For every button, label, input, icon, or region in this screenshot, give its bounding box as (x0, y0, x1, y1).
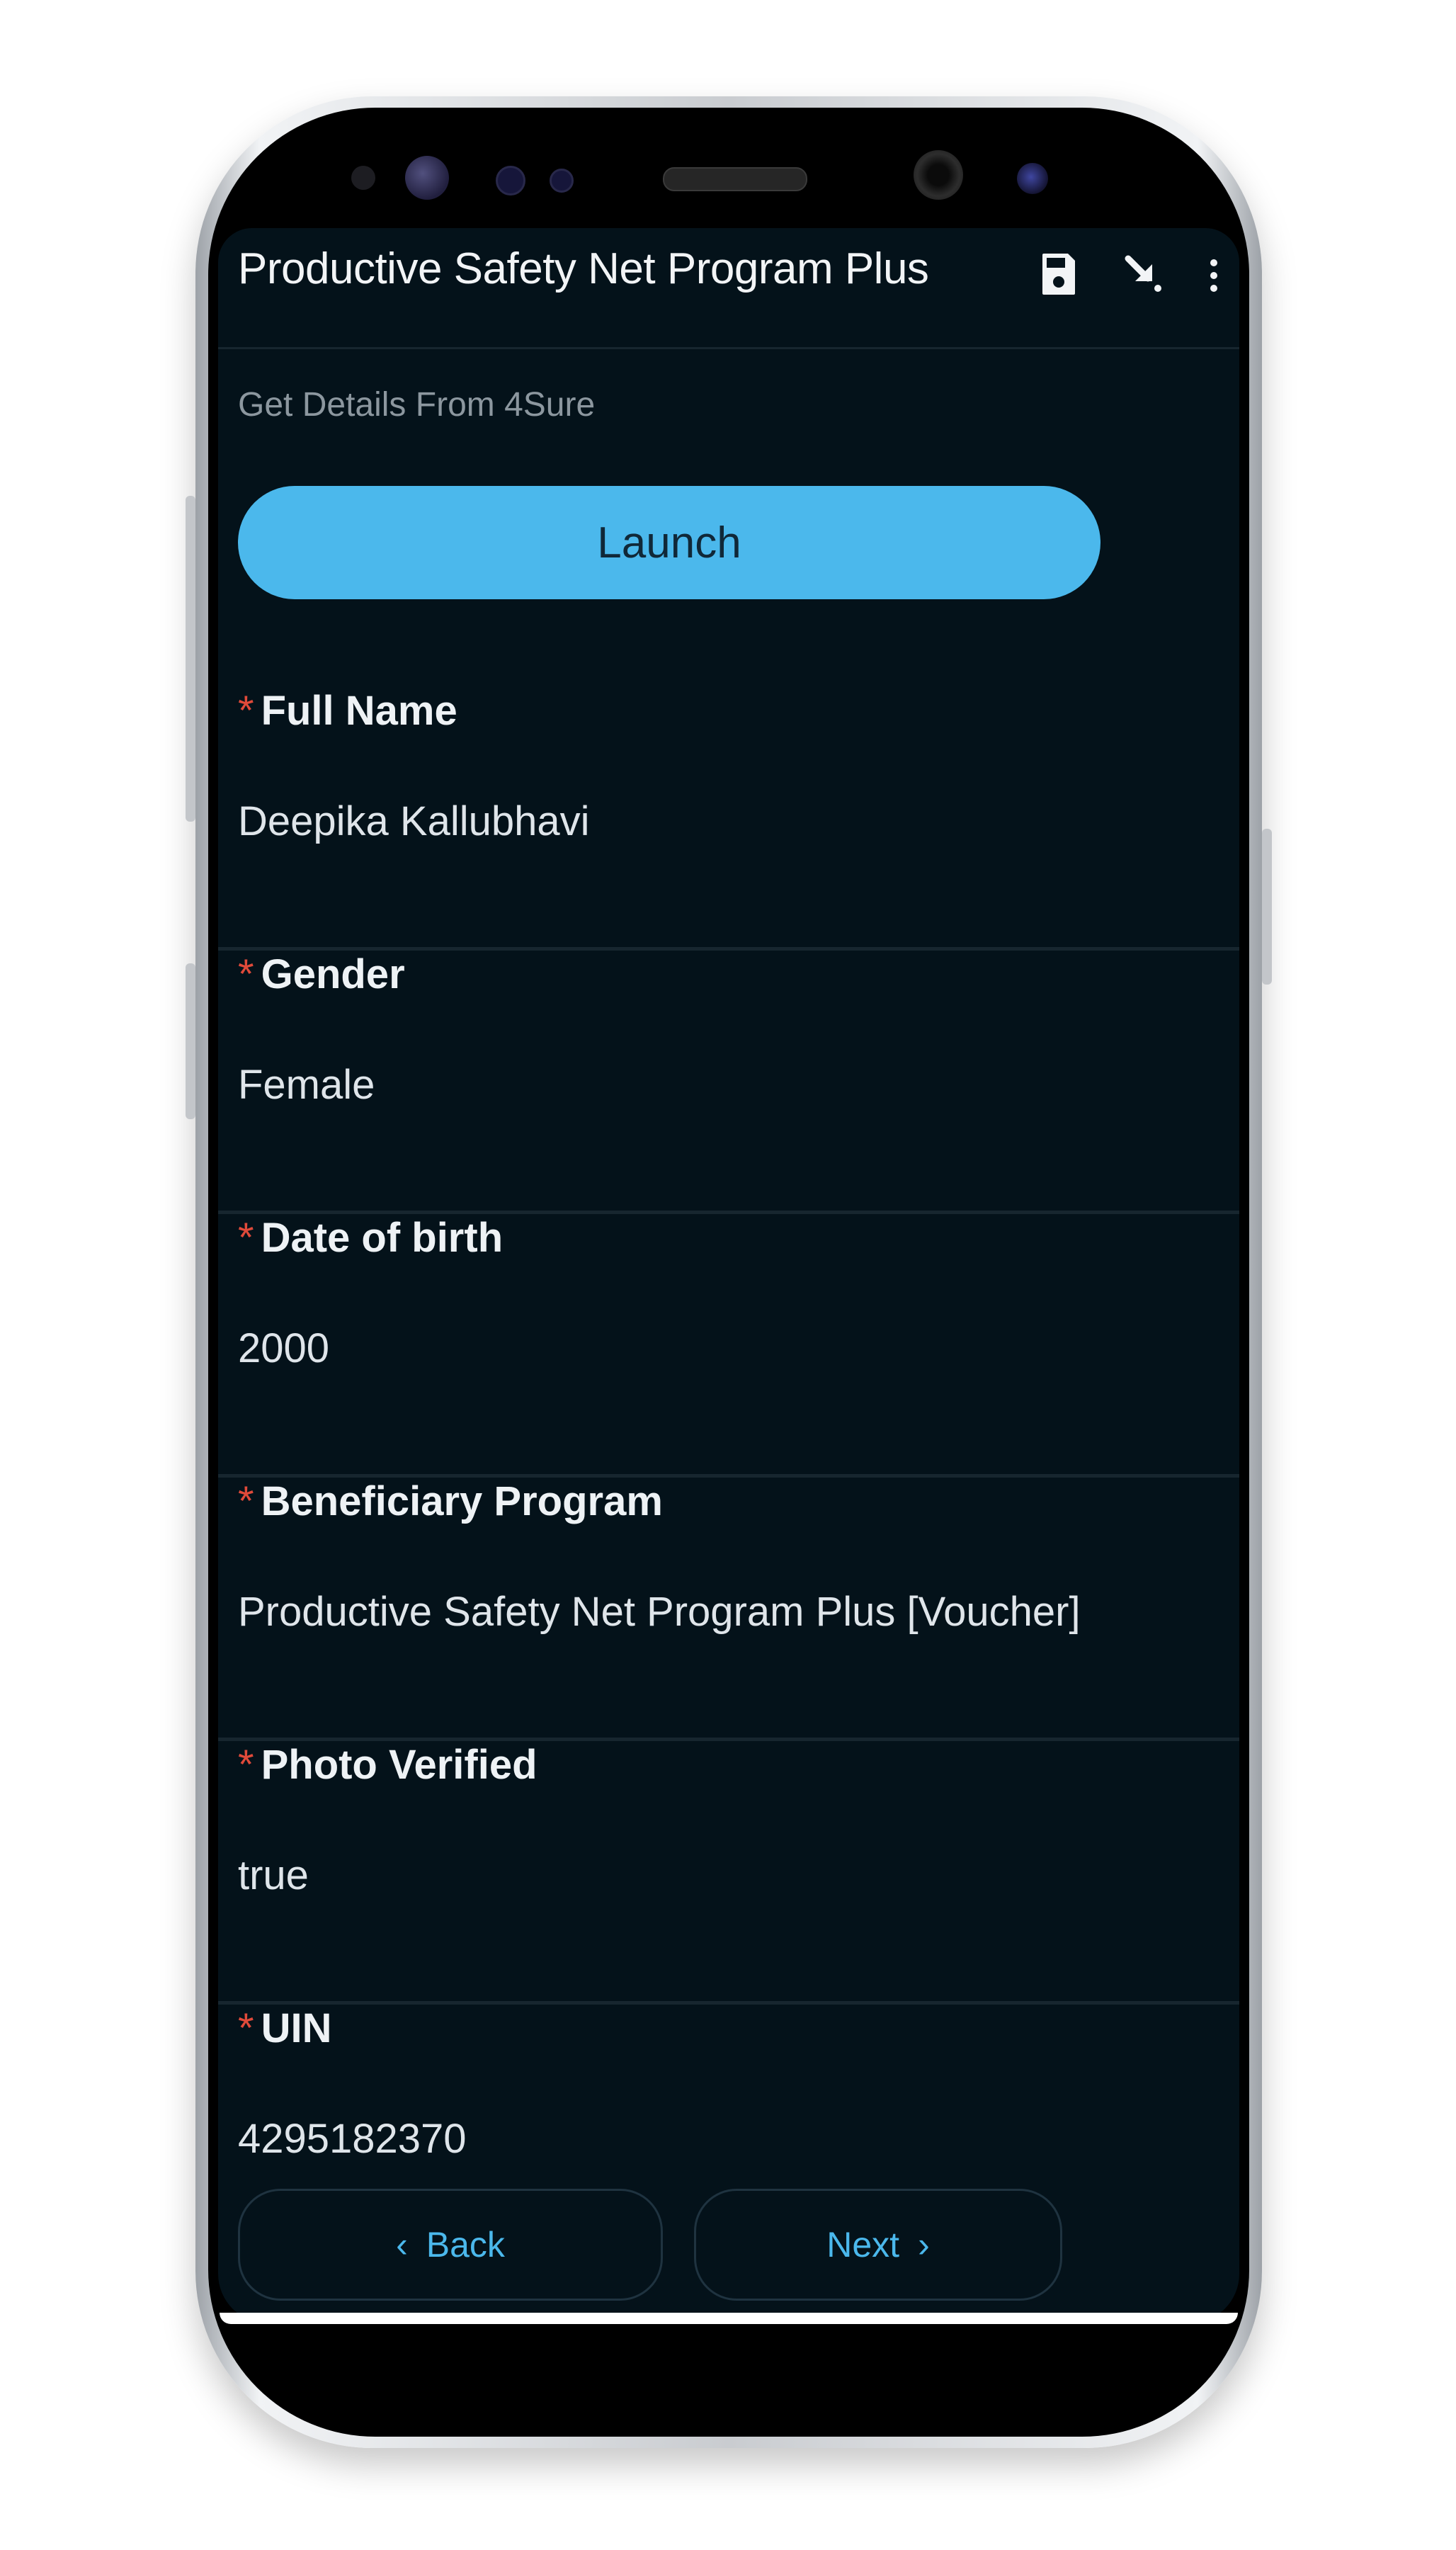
sensor-dot (351, 166, 375, 190)
required-marker: * (238, 2005, 254, 2051)
required-marker: * (238, 1478, 254, 1524)
field-uin: * UIN 4295182370 (218, 2005, 1239, 2189)
field-beneficiary-program: * Beneficiary Program Productive Safety N… (218, 1478, 1239, 1741)
field-value[interactable]: Female (238, 1061, 375, 1109)
field-label-text: Gender (261, 951, 405, 997)
download-arrow-icon[interactable] (1112, 242, 1176, 306)
chevron-left-icon: ‹ (396, 2225, 408, 2265)
back-label: Back (426, 2225, 505, 2265)
field-label: * Beneficiary Program (238, 1478, 663, 1525)
app-screen: Productive Safety Net Program Plus Get D… (218, 228, 1239, 2323)
earpiece-speaker (663, 167, 807, 191)
field-label: * Photo Verified (238, 1741, 538, 1789)
volume-up-button (186, 496, 195, 822)
page-title: Productive Safety Net Program Plus (238, 244, 929, 293)
section-label: Get Details From 4Sure (238, 386, 596, 424)
back-button[interactable]: ‹ Back (238, 2189, 663, 2301)
front-camera (914, 150, 963, 200)
proximity-sensor (496, 166, 525, 196)
field-value[interactable]: 4295182370 (238, 2115, 467, 2163)
field-photo-verified: * Photo Verified true (218, 1741, 1239, 2005)
field-date-of-birth: * Date of birth 2000 (218, 1214, 1239, 1478)
chevron-right-icon: › (918, 2225, 930, 2265)
field-label: * UIN (238, 2005, 331, 2052)
screen-bottom-strip (220, 2313, 1238, 2324)
iris-sensor (405, 156, 449, 200)
required-marker: * (238, 951, 254, 997)
field-label-text: Photo Verified (261, 1742, 538, 1788)
field-gender: * Gender Female (218, 951, 1239, 1214)
field-value[interactable]: 2000 (238, 1325, 329, 1372)
field-label: * Gender (238, 951, 405, 998)
save-icon[interactable] (1027, 242, 1091, 306)
field-label: * Full Name (238, 687, 457, 735)
field-label-text: Date of birth (261, 1215, 504, 1261)
field-label-text: UIN (261, 2005, 332, 2051)
iris-camera (1017, 163, 1048, 194)
field-label: * Date of birth (238, 1214, 503, 1262)
required-marker: * (238, 688, 254, 734)
field-label-text: Full Name (261, 688, 457, 734)
field-value[interactable]: true (238, 1852, 309, 1899)
next-button[interactable]: Next › (694, 2189, 1062, 2301)
field-full-name: * Full Name Deepika Kallubhavi (218, 687, 1239, 951)
field-value[interactable]: Productive Safety Net Program Plus [Vouc… (238, 1588, 1081, 1636)
light-sensor (550, 169, 574, 193)
volume-down-button (186, 963, 195, 1119)
field-value[interactable]: Deepika Kallubhavi (238, 798, 590, 845)
required-marker: * (238, 1742, 254, 1788)
power-button (1262, 829, 1272, 985)
app-bar: Productive Safety Net Program Plus (218, 228, 1239, 349)
required-marker: * (238, 1215, 254, 1261)
launch-button[interactable]: Launch (238, 486, 1100, 599)
next-label: Next (826, 2225, 900, 2265)
field-label-text: Beneficiary Program (261, 1478, 663, 1524)
more-vert-icon[interactable] (1200, 242, 1228, 306)
